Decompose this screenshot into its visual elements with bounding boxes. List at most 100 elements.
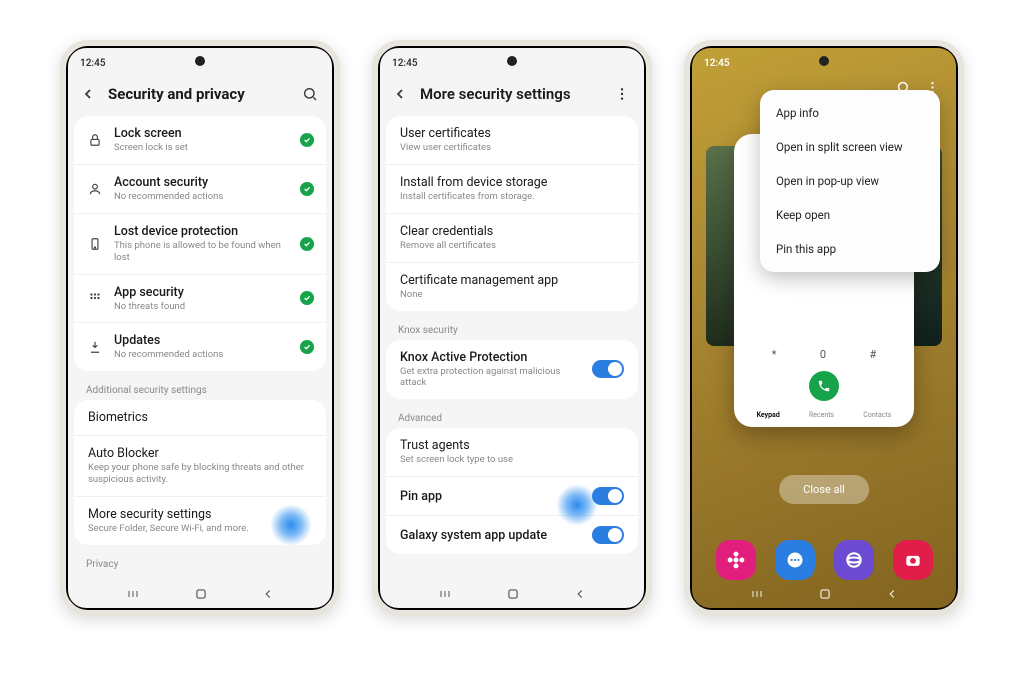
nav-back-icon[interactable] xyxy=(573,587,587,601)
dock xyxy=(692,540,956,580)
nav-home-icon[interactable] xyxy=(194,587,208,601)
screen-more-security: 12:45 More security settings User certif… xyxy=(380,48,644,608)
menu-split-screen[interactable]: Open in split screen view xyxy=(760,130,940,164)
section-knox: Knox security xyxy=(386,319,638,340)
status-time: 12:45 xyxy=(80,58,106,69)
device-frame-1: 12:45 Security and privacy Lock screenSc… xyxy=(60,40,340,616)
nav-home-icon[interactable] xyxy=(818,587,832,601)
dock-app-camera[interactable] xyxy=(893,540,933,580)
menu-app-info[interactable]: App info xyxy=(760,96,940,130)
row-sub: Set screen lock type to use xyxy=(400,454,624,466)
check-icon xyxy=(300,340,314,354)
call-button[interactable] xyxy=(809,371,839,401)
menu-pin-app[interactable]: Pin this app xyxy=(760,232,940,266)
advanced-card: Trust agents Set screen lock type to use… xyxy=(386,428,638,554)
row-title: Clear credentials xyxy=(400,224,624,239)
row-sub: Install certificates from storage. xyxy=(400,191,624,203)
tab-recents[interactable]: Recents xyxy=(809,411,834,419)
lock-icon xyxy=(86,133,104,147)
close-all-button[interactable]: Close all xyxy=(779,475,869,504)
row-pin-app[interactable]: Pin app xyxy=(386,477,638,516)
nav-bar xyxy=(68,580,332,608)
row-galaxy-update[interactable]: Galaxy system app update xyxy=(386,516,638,554)
row-title: Trust agents xyxy=(400,438,624,453)
nav-recents-icon[interactable] xyxy=(437,588,453,600)
row-auto-blocker[interactable]: Auto Blocker Keep your phone safe by blo… xyxy=(74,436,326,497)
row-account-security[interactable]: Account securityNo recommended actions xyxy=(74,165,326,214)
row-title: Knox Active Protection xyxy=(400,350,582,365)
row-app-security[interactable]: App securityNo threats found xyxy=(74,275,326,324)
nav-recents-icon[interactable] xyxy=(125,588,141,600)
row-clear-credentials[interactable]: Clear credentials Remove all certificate… xyxy=(386,214,638,263)
nav-back-icon[interactable] xyxy=(261,587,275,601)
account-icon xyxy=(86,182,104,196)
row-lock-screen[interactable]: Lock screenScreen lock is set xyxy=(74,116,326,165)
knox-card: Knox Active ProtectionGet extra protecti… xyxy=(386,340,638,400)
row-title: App security xyxy=(114,285,290,300)
nav-home-icon[interactable] xyxy=(506,587,520,601)
apps-icon xyxy=(86,291,104,305)
phone-icon xyxy=(86,237,104,251)
row-title: Install from device storage xyxy=(400,175,624,190)
row-title: Galaxy system app update xyxy=(400,528,582,543)
row-sub: View user certificates xyxy=(400,142,624,154)
section-advanced: Advanced xyxy=(386,407,638,428)
nav-recents-icon[interactable] xyxy=(749,588,765,600)
device-frame-3: 12:45 * 0 # Keypad Recents Contacts xyxy=(684,40,964,616)
menu-keep-open[interactable]: Keep open xyxy=(760,198,940,232)
row-title: Certificate management app xyxy=(400,273,624,288)
row-title: More security settings xyxy=(88,507,312,522)
tab-contacts[interactable]: Contacts xyxy=(863,411,891,419)
row-title: Biometrics xyxy=(88,410,312,425)
row-title: Lost device protection xyxy=(114,224,290,239)
row-knox-protection[interactable]: Knox Active ProtectionGet extra protecti… xyxy=(386,340,638,400)
row-cert-management[interactable]: Certificate management app None xyxy=(386,263,638,311)
status-time: 12:45 xyxy=(704,58,730,69)
search-icon[interactable] xyxy=(298,82,322,106)
row-more-security[interactable]: More security settings Secure Folder, Se… xyxy=(74,497,326,545)
dock-app-internet[interactable] xyxy=(834,540,874,580)
toggle-switch[interactable] xyxy=(592,360,624,378)
row-title: Updates xyxy=(114,333,290,348)
key-star[interactable]: * xyxy=(772,348,777,361)
certificates-card: User certificates View user certificates… xyxy=(386,116,638,311)
more-icon[interactable] xyxy=(610,82,634,106)
row-title: Lock screen xyxy=(114,126,290,141)
update-icon xyxy=(86,340,104,354)
row-sub: Keep your phone safe by blocking threats… xyxy=(88,462,312,486)
page-title: Security and privacy xyxy=(108,85,290,103)
status-time: 12:45 xyxy=(392,58,418,69)
row-trust-agents[interactable]: Trust agents Set screen lock type to use xyxy=(386,428,638,477)
row-sub: No recommended actions xyxy=(114,349,290,361)
additional-card: Biometrics Auto Blocker Keep your phone … xyxy=(74,400,326,545)
section-privacy: Privacy xyxy=(74,553,326,574)
nav-bar xyxy=(692,580,956,608)
row-install-storage[interactable]: Install from device storage Install cert… xyxy=(386,165,638,214)
key-hash[interactable]: # xyxy=(869,348,876,361)
nav-back-icon[interactable] xyxy=(885,587,899,601)
menu-popup-view[interactable]: Open in pop-up view xyxy=(760,164,940,198)
dock-app-messages[interactable] xyxy=(775,540,815,580)
row-lost-device[interactable]: Lost device protectionThis phone is allo… xyxy=(74,214,326,275)
row-updates[interactable]: UpdatesNo recommended actions xyxy=(74,323,326,371)
check-icon xyxy=(300,133,314,147)
device-frame-2: 12:45 More security settings User certif… xyxy=(372,40,652,616)
row-sub: Secure Folder, Secure Wi-Fi, and more. xyxy=(88,523,312,535)
row-title: User certificates xyxy=(400,126,624,141)
row-biometrics[interactable]: Biometrics xyxy=(74,400,326,436)
content-area: User certificates View user certificates… xyxy=(380,116,644,580)
tab-keypad[interactable]: Keypad xyxy=(757,411,780,419)
security-list-card: Lock screenScreen lock is set Account se… xyxy=(74,116,326,371)
check-icon xyxy=(300,182,314,196)
back-icon[interactable] xyxy=(388,82,412,106)
check-icon xyxy=(300,237,314,251)
toggle-switch[interactable] xyxy=(592,526,624,544)
key-zero[interactable]: 0 xyxy=(820,348,826,361)
screen-recents: 12:45 * 0 # Keypad Recents Contacts xyxy=(692,48,956,608)
row-sub: No recommended actions xyxy=(114,191,290,203)
row-user-certificates[interactable]: User certificates View user certificates xyxy=(386,116,638,165)
back-icon[interactable] xyxy=(76,82,100,106)
row-title: Account security xyxy=(114,175,290,190)
toggle-switch[interactable] xyxy=(592,487,624,505)
dock-app-gallery[interactable] xyxy=(716,540,756,580)
